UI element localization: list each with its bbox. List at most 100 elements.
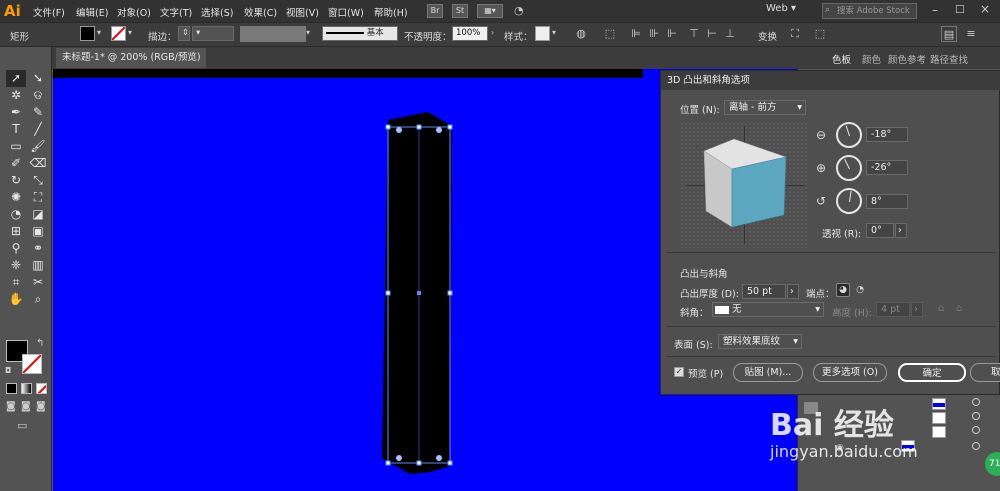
ok-button[interactable]: 确定 bbox=[898, 363, 966, 382]
align-middle-icon[interactable]: ⊢ bbox=[704, 26, 720, 42]
blend-tool-icon[interactable]: ⚭ bbox=[28, 240, 48, 257]
default-colors-icon[interactable]: ◘ bbox=[5, 366, 11, 375]
corner-widget[interactable] bbox=[436, 127, 442, 133]
shaper-tool-icon[interactable]: ✐ bbox=[6, 155, 26, 172]
target-icon[interactable] bbox=[972, 426, 980, 434]
none-mode-icon[interactable] bbox=[36, 383, 47, 394]
align-left-icon[interactable]: ⊫ bbox=[628, 26, 644, 42]
panel-tab-color[interactable]: 颜色 bbox=[862, 52, 881, 66]
handle-top-right[interactable] bbox=[447, 124, 453, 130]
cap-off-icon[interactable]: ◔ bbox=[853, 283, 867, 297]
draw-inside-icon[interactable]: ◙ bbox=[36, 401, 46, 412]
bevel-select[interactable]: 无 ▾ bbox=[712, 302, 824, 317]
color-mode-icon[interactable] bbox=[6, 383, 17, 394]
preview-checkbox[interactable]: ✓ bbox=[674, 367, 684, 377]
isolate-group-icon[interactable]: ⛶ bbox=[787, 26, 803, 42]
chevron-down-icon[interactable]: ▾ bbox=[128, 28, 132, 37]
fill-swatch[interactable] bbox=[80, 26, 95, 41]
mesh-tool-icon[interactable]: ⊞ bbox=[6, 223, 26, 240]
align-top-icon[interactable]: ⊤ bbox=[686, 26, 702, 42]
z-rotation-dial[interactable] bbox=[836, 188, 862, 214]
hand-tool-icon[interactable]: ✋ bbox=[6, 291, 26, 308]
draw-behind-icon[interactable]: ◙ bbox=[21, 401, 31, 412]
curvature-tool-icon[interactable]: ✎ bbox=[28, 104, 48, 121]
direct-selection-tool-icon[interactable]: ➘ bbox=[28, 70, 48, 87]
rotate-tool-icon[interactable]: ↻ bbox=[6, 172, 26, 189]
extrude-depth-input[interactable]: 50 pt bbox=[742, 284, 786, 299]
align-right-icon[interactable]: ⊩ bbox=[664, 26, 680, 42]
handle-middle-left[interactable] bbox=[385, 290, 391, 296]
align-center-icon[interactable]: ⊪ bbox=[646, 26, 662, 42]
paintbrush-tool-icon[interactable]: 🖌 bbox=[28, 138, 48, 155]
menu-help[interactable]: 帮助(H) bbox=[374, 5, 408, 19]
chevron-down-icon[interactable]: ▾ bbox=[552, 28, 556, 37]
menu-view[interactable]: 视图(V) bbox=[286, 5, 319, 19]
rectangle-tool-icon[interactable]: ▭ bbox=[6, 138, 26, 155]
warp-tool-icon[interactable]: ✺ bbox=[6, 189, 26, 206]
maximize-icon[interactable]: ☐ bbox=[955, 3, 965, 16]
panel-tab-color-guide[interactable]: 颜色参考 bbox=[888, 52, 926, 66]
chevron-down-icon[interactable]: ▾ bbox=[97, 28, 101, 37]
cancel-button[interactable]: 取 bbox=[970, 363, 1000, 382]
gradient-tool-icon[interactable]: ▣ bbox=[28, 223, 48, 240]
magic-wand-tool-icon[interactable]: ✲ bbox=[6, 87, 26, 104]
graphic-style-swatch[interactable] bbox=[535, 26, 550, 41]
recolor-artwork-icon[interactable]: ◍ bbox=[573, 26, 589, 42]
gradient-mode-icon[interactable] bbox=[21, 383, 32, 394]
align-to-icon[interactable]: ⬚ bbox=[602, 26, 618, 42]
menu-window[interactable]: 窗口(W) bbox=[328, 5, 364, 19]
transform-link[interactable]: 变换 bbox=[758, 29, 777, 43]
eraser-tool-icon[interactable]: ⌫ bbox=[28, 155, 48, 172]
target-icon[interactable] bbox=[972, 398, 980, 406]
cap-on-icon[interactable]: ◕ bbox=[836, 283, 850, 297]
opacity-input[interactable]: 100% bbox=[452, 26, 488, 41]
eyedropper-tool-icon[interactable]: ⚲ bbox=[6, 240, 26, 257]
handle-top-left[interactable] bbox=[385, 124, 391, 130]
stroke-weight-stepper[interactable]: ⇕ bbox=[178, 26, 190, 41]
panel-tab-swatches[interactable]: 色板 bbox=[832, 52, 851, 66]
handle-top-center[interactable] bbox=[416, 124, 422, 130]
scale-tool-icon[interactable]: ⤡ bbox=[28, 172, 48, 189]
surface-select[interactable]: 塑料效果底纹 ▾ bbox=[718, 334, 802, 349]
corner-widget[interactable] bbox=[396, 455, 402, 461]
x-rotation-input[interactable]: -18° bbox=[866, 127, 908, 142]
align-bottom-icon[interactable]: ⊥ bbox=[722, 26, 738, 42]
corner-widget[interactable] bbox=[396, 127, 402, 133]
brush-definition-dropdown[interactable]: 基本 bbox=[322, 26, 398, 41]
menu-edit[interactable]: 编辑(E) bbox=[76, 5, 108, 19]
gpu-performance-icon[interactable]: ◔ bbox=[514, 4, 524, 17]
document-setup-icon[interactable]: ▤ bbox=[941, 26, 957, 42]
select-similar-icon[interactable]: ⬚ bbox=[812, 26, 828, 42]
pen-tool-icon[interactable]: ✒ bbox=[6, 104, 26, 121]
draw-normal-icon[interactable]: ◙ bbox=[6, 401, 16, 412]
arrange-documents-icon[interactable]: ▦▾ bbox=[477, 4, 503, 18]
chevron-right-icon[interactable]: › bbox=[491, 28, 494, 37]
stock-search-input[interactable]: 搜索 Adobe Stock bbox=[822, 3, 917, 19]
corner-widget[interactable] bbox=[436, 455, 442, 461]
chevron-down-icon[interactable]: ▾ bbox=[306, 28, 310, 37]
swap-fill-stroke-icon[interactable]: ↰ bbox=[36, 338, 44, 349]
target-icon[interactable] bbox=[972, 442, 980, 450]
close-window-icon[interactable]: × bbox=[980, 2, 990, 16]
workspace-switcher[interactable]: Web ▾ bbox=[766, 3, 814, 19]
more-options-button[interactable]: 更多选项 (O) bbox=[813, 363, 887, 382]
type-tool-icon[interactable]: T bbox=[6, 121, 26, 138]
minimize-icon[interactable]: – bbox=[932, 3, 938, 17]
menu-type[interactable]: 文字(T) bbox=[160, 5, 192, 19]
perspective-slider-toggle[interactable]: › bbox=[895, 223, 907, 238]
cube-preview[interactable] bbox=[700, 135, 804, 231]
change-screen-mode-icon[interactable]: ▭ bbox=[17, 419, 27, 432]
column-graph-tool-icon[interactable]: ▥ bbox=[28, 257, 48, 274]
document-tab[interactable]: 未标题-1* @ 200% (RGB/预览) × bbox=[56, 48, 206, 83]
menu-effect[interactable]: 效果(C) bbox=[244, 5, 277, 19]
zoom-tool-icon[interactable]: ⌕ bbox=[28, 291, 48, 308]
perspective-grid-tool-icon[interactable]: ◪ bbox=[28, 206, 48, 223]
line-tool-icon[interactable]: ╱ bbox=[28, 121, 48, 138]
handle-bottom-center[interactable] bbox=[416, 460, 422, 466]
target-icon[interactable] bbox=[972, 412, 980, 420]
slice-tool-icon[interactable]: ✂ bbox=[28, 274, 48, 291]
handle-middle-right[interactable] bbox=[447, 290, 453, 296]
symbol-sprayer-tool-icon[interactable]: ❈ bbox=[6, 257, 26, 274]
menu-select[interactable]: 选择(S) bbox=[201, 5, 233, 19]
menu-file[interactable]: 文件(F) bbox=[33, 5, 65, 19]
